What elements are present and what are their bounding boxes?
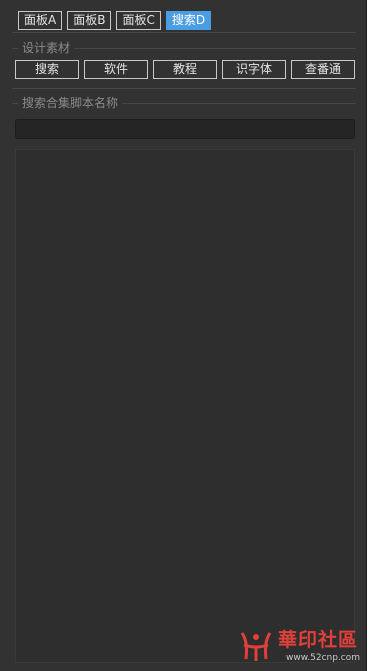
- design-group-title: 设计素材: [18, 41, 75, 55]
- tab-divider: [12, 32, 356, 33]
- tab-panel-a[interactable]: 面板A: [18, 11, 63, 30]
- site-watermark: 華印社區 www.52cnp.com: [238, 627, 366, 667]
- script-name-search-input[interactable]: [15, 119, 355, 139]
- tab-bar: 面板A 面板B 面板C 搜索D: [18, 11, 212, 30]
- font-identify-button[interactable]: 识字体: [222, 60, 286, 79]
- design-button-row: 搜索 软件 教程 识字体 查番通: [15, 60, 355, 79]
- script-panel: 面板A 面板B 面板C 搜索D 设计素材 搜索 软件 教程 识字体 查番通 搜索…: [0, 0, 367, 671]
- tab-panel-b[interactable]: 面板B: [67, 11, 112, 30]
- tab-search-d[interactable]: 搜索D: [165, 11, 212, 30]
- tab-panel-c[interactable]: 面板C: [116, 11, 161, 30]
- tutorial-button[interactable]: 教程: [153, 60, 217, 79]
- software-button[interactable]: 软件: [84, 60, 148, 79]
- search-group-title: 搜索合集脚本名称: [18, 96, 123, 110]
- watermark-title: 華印社區: [278, 629, 359, 651]
- watermark-url: www.52cnp.com: [286, 653, 361, 663]
- script-result-list[interactable]: [15, 149, 355, 663]
- site-logo-icon: [240, 632, 272, 661]
- design-group-bottom: [12, 88, 356, 89]
- search-button[interactable]: 搜索: [15, 60, 79, 79]
- query-button[interactable]: 查番通: [291, 60, 355, 79]
